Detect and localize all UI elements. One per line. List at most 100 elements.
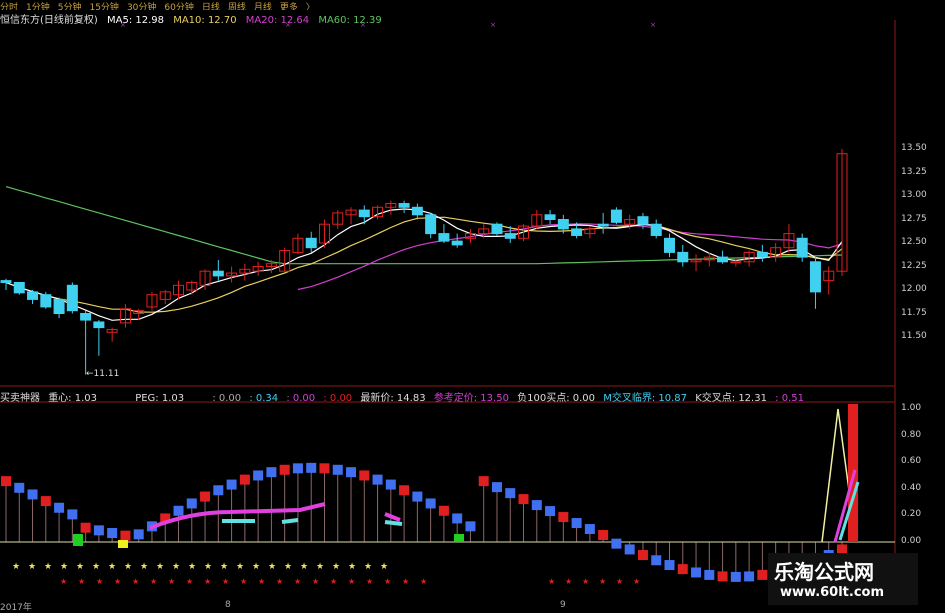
- indicator-block: [677, 564, 688, 575]
- candle-body: [411, 206, 423, 216]
- indicator-block: [664, 560, 675, 571]
- indicator-tick: 0.80: [901, 429, 922, 440]
- candle-body: [504, 233, 516, 239]
- candle-body: [40, 294, 52, 308]
- indicator-block: [598, 530, 609, 541]
- signal-star-red: ★: [114, 577, 121, 586]
- candle-body: [398, 203, 410, 208]
- signal-star-red: ★: [78, 577, 85, 586]
- indicator-block: [531, 500, 542, 511]
- candle-body: [717, 256, 729, 263]
- indicator-block: [359, 470, 370, 481]
- watermark-cn: 乐淘公式网: [774, 560, 874, 584]
- signal-star-red: ★: [294, 577, 301, 586]
- candle-body: [730, 261, 742, 264]
- indicator-block: [624, 544, 635, 555]
- ma60-line: [5, 186, 843, 265]
- candle-body: [53, 298, 65, 314]
- signal-star-red: ★: [60, 577, 67, 586]
- indicator-block: [239, 474, 250, 485]
- indicator-block: [93, 525, 104, 536]
- signal-star-red: ★: [633, 577, 640, 586]
- price-tick: 11.75: [901, 307, 927, 318]
- candle-body: [544, 214, 556, 221]
- indicator-block: [438, 505, 449, 516]
- candle-body: [809, 261, 821, 293]
- price-tick: 13.50: [901, 143, 927, 153]
- indicator-block: [611, 538, 622, 549]
- indicator-block: [518, 494, 529, 505]
- signal-star-red: ★: [150, 577, 157, 586]
- candle-body: [491, 223, 503, 235]
- signal-star-red: ★: [168, 577, 175, 586]
- candle-body: [212, 270, 224, 277]
- signal-star: ★: [124, 562, 132, 572]
- candle-body: [425, 214, 437, 235]
- indicator-block: [465, 521, 476, 532]
- candle-body: [80, 313, 92, 321]
- indicator-block: [637, 550, 648, 561]
- signal-star-red: ★: [222, 577, 229, 586]
- indicator-block: [253, 470, 264, 481]
- indicator-block: [107, 528, 118, 539]
- price-tick: 12.25: [901, 260, 927, 271]
- signal-star-red: ★: [384, 577, 391, 586]
- signal-star-red: ★: [258, 577, 265, 586]
- ma10-line: [5, 216, 843, 313]
- indicator-block: [757, 569, 768, 580]
- price-tick: 11.50: [901, 331, 927, 341]
- signal-star-red: ★: [312, 577, 319, 586]
- date-label-2017: 2017年: [0, 603, 32, 613]
- indicator-block: [54, 502, 65, 513]
- indicator-block: [226, 479, 237, 490]
- signal-star: ★: [108, 562, 116, 572]
- signal-star-red: ★: [616, 577, 623, 586]
- candle-body: [451, 240, 463, 246]
- candle-body: [796, 237, 808, 258]
- signal-star: ★: [380, 562, 388, 572]
- signal-star-red: ★: [276, 577, 283, 586]
- signal-star-red: ★: [240, 577, 247, 586]
- indicator-block: [730, 571, 741, 582]
- top-marker: ×: [650, 21, 656, 29]
- indicator-block: [691, 567, 702, 578]
- candle-body: [27, 291, 39, 300]
- indicator-block: [717, 571, 728, 582]
- indicator-block: [651, 555, 662, 566]
- signal-star: ★: [92, 562, 100, 572]
- indicator-block: [571, 518, 582, 529]
- signal-star-red: ★: [402, 577, 409, 586]
- price-tick: 12.00: [901, 284, 927, 294]
- indicator-block: [319, 463, 330, 474]
- indicator-block: [412, 491, 423, 502]
- candle-body: [358, 209, 370, 218]
- indicator-block: [491, 482, 502, 493]
- signal-star: ★: [332, 562, 340, 572]
- signal-star-red: ★: [420, 577, 427, 586]
- signal-star: ★: [236, 562, 244, 572]
- indicator-tick: 0.60: [901, 456, 922, 467]
- candle-body: [650, 223, 662, 236]
- signal-star: ★: [300, 562, 308, 572]
- indicator-block: [67, 509, 78, 520]
- candle-body: [0, 280, 12, 283]
- indicator-block: [120, 530, 131, 541]
- signal-star-red: ★: [348, 577, 355, 586]
- cyan-trend-mark: [281, 518, 299, 524]
- price-tick: 12.50: [901, 237, 927, 247]
- indicator-block: [213, 485, 224, 496]
- signal-star: ★: [172, 562, 180, 572]
- signal-star: ★: [28, 562, 36, 572]
- kline-chart-canvas[interactable]: × × × × × ★ ★ ★ ★ ★ ★ ★ ★ ★ ★ ★ ★ ★ ★ ★ ★ ★ ★ ★ ★ ★ ★ ★ ★ ★ ★ ★ ★ ★ ★ ★ ★ ★ ★ ★…: [0, 0, 945, 609]
- indicator-block: [173, 505, 184, 516]
- candle-body: [13, 281, 25, 294]
- candle-body: [756, 251, 768, 258]
- candle-body: [438, 233, 450, 242]
- signal-star: ★: [76, 562, 84, 572]
- candle-body: [571, 228, 583, 236]
- signal-star-red: ★: [132, 577, 139, 586]
- indicator-block: [744, 571, 755, 582]
- top-marker: ×: [360, 21, 366, 29]
- signal-star: ★: [12, 562, 20, 572]
- candle-body: [610, 209, 622, 223]
